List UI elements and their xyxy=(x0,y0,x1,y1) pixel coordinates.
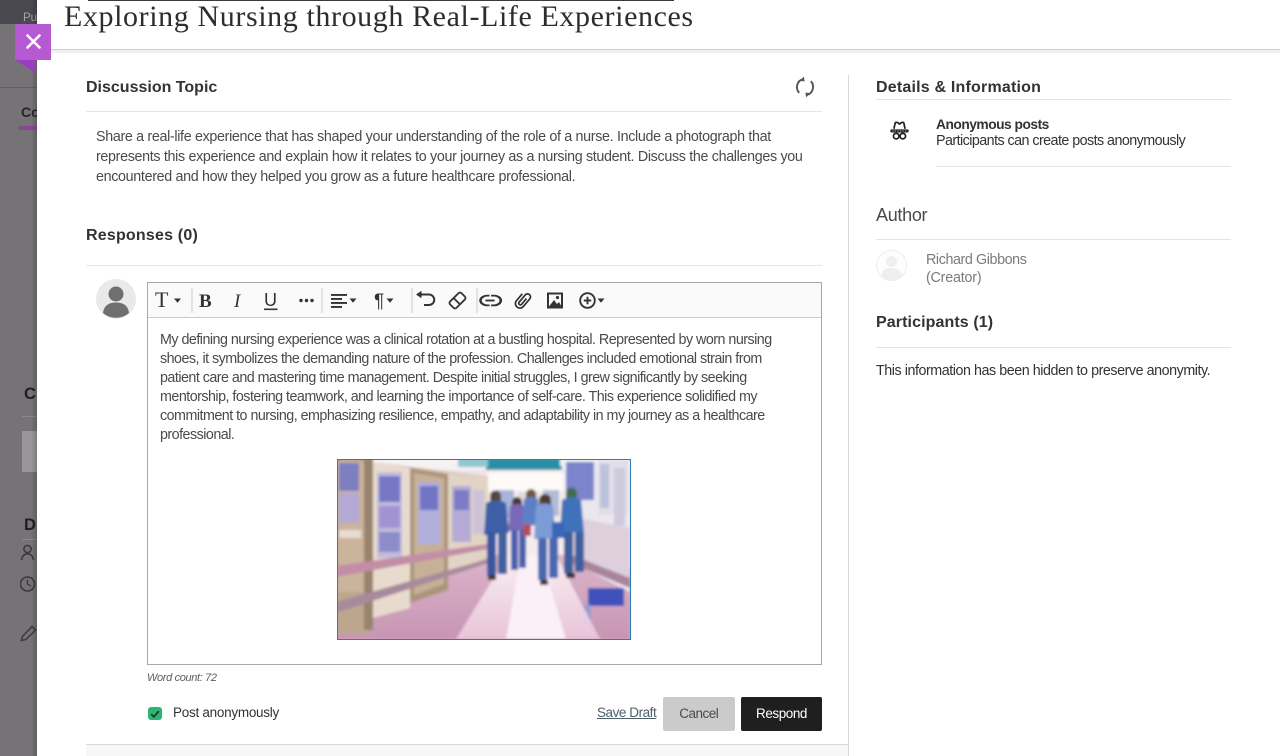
svg-text:I: I xyxy=(233,291,242,312)
svg-text:U: U xyxy=(264,290,277,310)
svg-text:¶: ¶ xyxy=(374,291,384,312)
svg-text:T: T xyxy=(155,287,169,312)
svg-text:B: B xyxy=(199,291,212,312)
